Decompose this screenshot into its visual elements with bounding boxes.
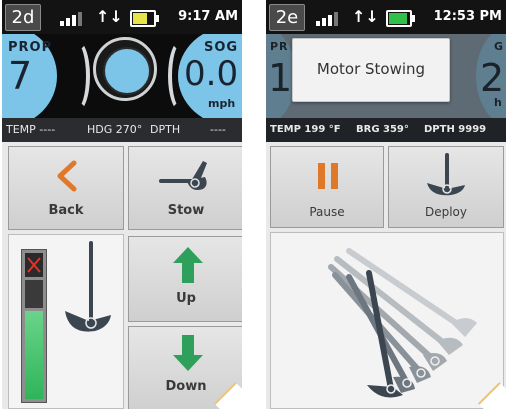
trim-top-segment <box>25 253 43 277</box>
screen-label: 2d <box>5 4 41 31</box>
screen-2d: 2d ↑↓ 9:17 AM PROP 7 SOG 0.0 mph TEMP --… <box>2 0 242 409</box>
trim-panel <box>8 234 124 409</box>
gauge-bracket-left <box>64 40 90 112</box>
info-bar: TEMP ---- HDG 270° DPTH ---- <box>2 118 242 142</box>
up-label: Up <box>176 291 196 306</box>
bearing-readout: BRG 359° <box>356 124 409 135</box>
prop-label: PROP <box>8 40 53 55</box>
prop-label-dimmed: PR <box>270 40 289 53</box>
data-transfer-icon: ↑↓ <box>96 7 123 26</box>
sog-value: 0.0 <box>184 54 239 94</box>
screen-label: 2e <box>269 4 305 31</box>
motor-stow-icon <box>159 161 207 190</box>
chevron-left-icon <box>57 160 77 192</box>
compass-ring <box>93 37 157 101</box>
data-transfer-icon: ↑↓ <box>352 7 379 26</box>
motor-position-icon <box>65 241 111 332</box>
temp-readout: TEMP 199 °F <box>270 124 341 135</box>
sog-label-dimmed: G <box>494 40 505 53</box>
deploy-label: Deploy <box>424 205 468 219</box>
depth-readout: ---- <box>210 123 226 136</box>
screen-2e: 2e ↑↓ 12:53 PM PR 1 G 2 h Motor Stowing … <box>266 0 506 409</box>
back-label: Back <box>48 203 84 218</box>
arrow-up-icon <box>173 247 203 283</box>
status-bar: 2e ↑↓ 12:53 PM <box>266 0 506 34</box>
stow-button[interactable]: Stow <box>128 146 242 230</box>
sog-unit: mph <box>208 97 236 110</box>
prop-value-dimmed: 1 <box>268 56 293 100</box>
arrow-down-icon <box>173 335 203 371</box>
sog-label: SOG <box>204 40 239 55</box>
battery-icon <box>130 10 159 27</box>
info-bar: TEMP 199 °F BRG 359° DPTH 9999 km <box>266 118 506 159</box>
trim-level-fill <box>25 311 43 399</box>
pause-button[interactable]: Pause <box>270 146 384 228</box>
trim-mid-segment <box>25 280 43 308</box>
heading-readout: HDG 270° <box>87 123 143 136</box>
motor-stowing-dialog: Motor Stowing <box>292 38 450 102</box>
sog-unit-dimmed: h <box>494 96 502 109</box>
deploy-button[interactable]: Deploy <box>388 146 504 228</box>
temp-readout: TEMP ---- <box>6 123 56 136</box>
sog-value-dimmed: 2 <box>480 56 505 100</box>
depth-label: DPTH <box>150 123 181 136</box>
x-icon <box>27 257 41 273</box>
stow-label: Stow <box>167 203 205 218</box>
stowing-animation-panel <box>270 232 504 409</box>
clock: 9:17 AM <box>178 9 238 24</box>
pause-label: Pause <box>309 205 345 219</box>
clock: 12:53 PM <box>433 9 502 24</box>
signal-icon <box>316 10 338 26</box>
prop-value: 7 <box>8 54 33 98</box>
gauge-header: PROP 7 SOG 0.0 mph <box>2 34 242 118</box>
battery-icon <box>386 10 415 27</box>
motor-deploy-icon <box>427 153 465 196</box>
pause-icon <box>318 163 338 189</box>
status-bar: 2d ↑↓ 9:17 AM <box>2 0 242 34</box>
motor-stowing-sequence-icon <box>328 248 477 398</box>
trim-gauge <box>21 249 47 403</box>
up-button[interactable]: Up <box>128 236 242 322</box>
back-button[interactable]: Back <box>8 146 124 230</box>
signal-icon <box>60 10 82 26</box>
